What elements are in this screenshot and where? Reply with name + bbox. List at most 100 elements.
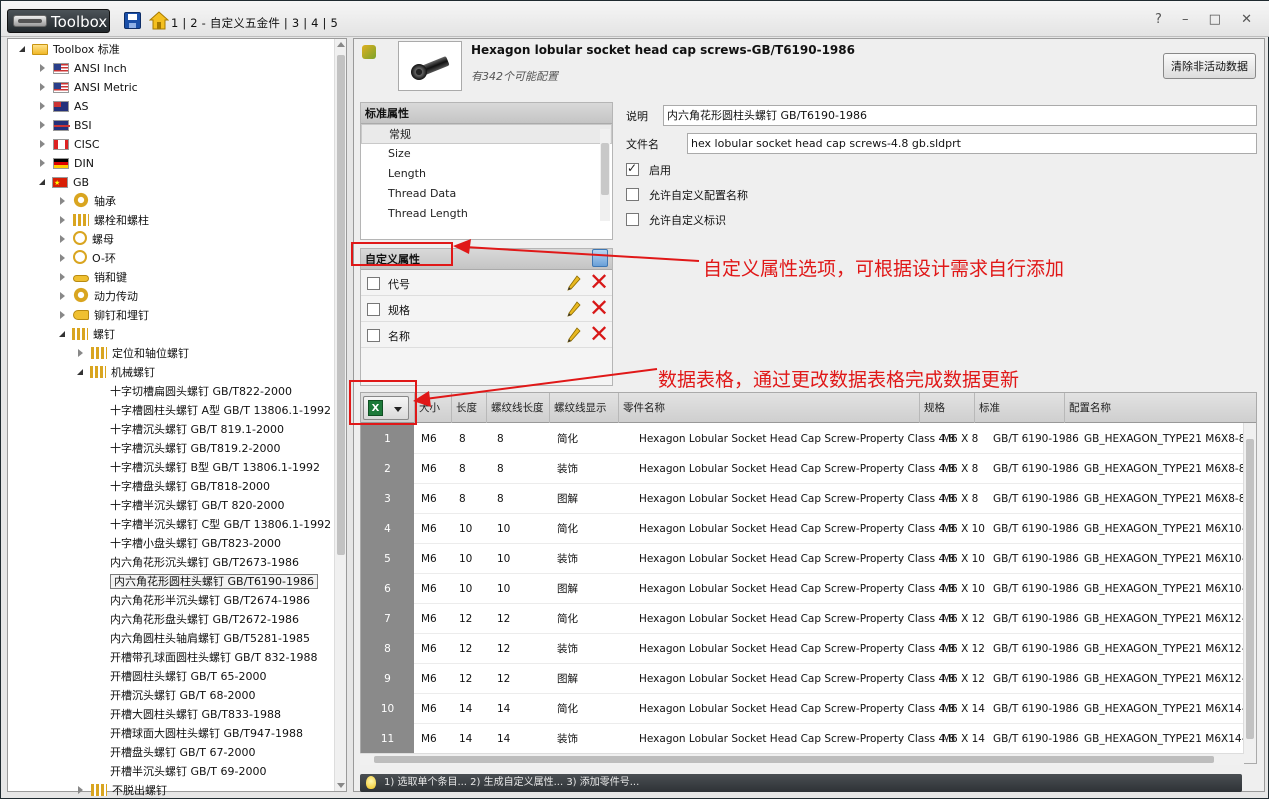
home-icon[interactable] — [149, 11, 169, 30]
pencil-icon[interactable] — [567, 275, 581, 291]
collapsed-arrow-icon[interactable] — [40, 159, 45, 167]
tree-item-subcategory[interactable]: 不脱出螺钉 — [76, 781, 167, 799]
tree-item-category[interactable]: 销和键 — [58, 268, 127, 287]
table-cell[interactable]: M6 X 10 — [942, 514, 985, 544]
table-cell[interactable]: GB/T 6190-1986 — [993, 604, 1079, 634]
table-cell[interactable]: Hexagon Lobular Socket Head Cap Screw-Pr… — [639, 514, 955, 544]
pencil-icon[interactable] — [567, 301, 581, 317]
table-cell[interactable]: GB_HEXAGON_TYPE21 M6X14- — [1084, 694, 1244, 724]
tree-item-part[interactable]: 开槽带孔球面圆柱头螺钉 GB/T 832-1988 — [110, 648, 317, 667]
collapsed-arrow-icon[interactable] — [40, 102, 45, 110]
collapsed-arrow-icon[interactable] — [78, 349, 83, 357]
table-cell[interactable]: Hexagon Lobular Socket Head Cap Screw-Pr… — [639, 634, 955, 664]
tree-item-part[interactable]: 开槽盘头螺钉 GB/T 67-2000 — [110, 743, 255, 762]
table-cell[interactable]: 8 — [497, 484, 504, 514]
table-cell[interactable]: 10 — [497, 574, 510, 604]
tree-item-part[interactable]: 十字槽圆柱头螺钉 A型 GB/T 13806.1-1992 — [110, 401, 331, 420]
table-cell[interactable]: GB_HEXAGON_TYPE21 M6X10- — [1084, 514, 1244, 544]
table-cell[interactable]: M6 X 12 — [942, 604, 985, 634]
std-prop-item[interactable]: Length — [361, 164, 612, 184]
table-row[interactable]: 10 M6 14 14 简化 Hexagon Lobular Socket Head Ca… — [361, 694, 1256, 724]
tree-item-part[interactable]: 内六角花形沉头螺钉 GB/T2673-1986 — [110, 553, 299, 572]
grid-column-header[interactable]: 零件名称 — [618, 393, 919, 423]
tree-item-standard[interactable]: GB — [38, 173, 89, 193]
table-row[interactable]: 5 M6 10 10 装饰 Hexagon Lobular Socket Head Cap… — [361, 544, 1256, 574]
tree-item-part[interactable]: 十字槽半沉头螺钉 C型 GB/T 13806.1-1992 — [110, 515, 331, 534]
table-cell[interactable]: 图解 — [557, 664, 578, 694]
delete-icon[interactable]: ✕ — [589, 296, 611, 320]
collapsed-arrow-icon[interactable] — [40, 121, 45, 129]
table-cell[interactable]: GB_HEXAGON_TYPE21 M6X10- — [1084, 574, 1244, 604]
tree-item-part[interactable]: 内六角花形盘头螺钉 GB/T2672-1986 — [110, 610, 299, 629]
tree-item-category[interactable]: 螺栓和螺柱 — [58, 211, 149, 230]
table-cell[interactable]: 10 — [497, 544, 510, 574]
scroll-down-icon[interactable] — [337, 783, 345, 788]
table-row[interactable]: 3 M6 8 8 图解 Hexagon Lobular Socket Head Cap S… — [361, 484, 1256, 514]
expanded-arrow-icon[interactable] — [77, 369, 83, 375]
expanded-arrow-icon[interactable] — [39, 179, 45, 185]
table-cell[interactable]: GB/T 6190-1986 — [993, 664, 1079, 694]
custom-prop-checkbox[interactable] — [367, 277, 380, 290]
table-cell[interactable]: Hexagon Lobular Socket Head Cap Screw-Pr… — [639, 424, 955, 454]
collapsed-arrow-icon[interactable] — [60, 292, 65, 300]
table-cell[interactable]: M6 X 12 — [942, 634, 985, 664]
table-cell[interactable]: 8 — [459, 454, 466, 484]
tree-item-part[interactable]: 十字槽小盘头螺钉 GB/T823-2000 — [110, 534, 281, 553]
table-cell[interactable]: GB_HEXAGON_TYPE21 M6X10- — [1084, 544, 1244, 574]
table-cell[interactable]: 12 — [497, 604, 510, 634]
table-cell[interactable]: 图解 — [557, 484, 578, 514]
tree-item-part[interactable]: 十字槽沉头螺钉 GB/T819.2-2000 — [110, 439, 280, 458]
collapsed-arrow-icon[interactable] — [60, 273, 65, 281]
table-cell[interactable]: M6 X 8 — [942, 484, 978, 514]
table-cell[interactable]: 8 — [459, 484, 466, 514]
table-cell[interactable]: 10 — [497, 514, 510, 544]
table-cell[interactable]: 12 — [497, 634, 510, 664]
collapsed-arrow-icon[interactable] — [40, 83, 45, 91]
tree-item-category[interactable]: 螺母 — [58, 230, 114, 249]
collapsed-arrow-icon[interactable] — [60, 311, 65, 319]
table-cell[interactable]: GB/T 6190-1986 — [993, 424, 1079, 454]
table-cell[interactable]: GB_HEXAGON_TYPE21 M6X12- — [1084, 664, 1244, 694]
collapsed-arrow-icon[interactable] — [60, 254, 65, 262]
std-prop-item[interactable]: Thread Data — [361, 184, 612, 204]
tree-item-category[interactable]: 轴承 — [58, 192, 116, 211]
table-cell[interactable]: Hexagon Lobular Socket Head Cap Screw-Pr… — [639, 574, 955, 604]
table-cell[interactable]: M6 — [421, 664, 437, 694]
enable-checkbox[interactable] — [626, 161, 639, 176]
allow-custom-id-checkbox[interactable] — [626, 213, 639, 226]
table-row[interactable]: 4 M6 10 10 简化 Hexagon Lobular Socket Head Cap… — [361, 514, 1256, 544]
table-cell[interactable]: 14 — [459, 724, 472, 754]
tree-item-subcategory[interactable]: 机械螺钉 — [76, 363, 155, 382]
table-cell[interactable]: M6 X 12 — [942, 664, 985, 694]
tree-item-part[interactable]: 开槽圆柱头螺钉 GB/T 65-2000 — [110, 667, 266, 686]
tree-item-standard[interactable]: DIN — [38, 154, 94, 173]
description-input[interactable]: 内六角花形圆柱头螺钉 GB/T6190-1986 — [663, 105, 1257, 126]
tree-item-category[interactable]: 动力传动 — [58, 287, 138, 306]
table-cell[interactable]: M6 — [421, 604, 437, 634]
table-cell[interactable]: GB_HEXAGON_TYPE21 M6X8-8- — [1084, 484, 1244, 514]
table-cell[interactable]: GB_HEXAGON_TYPE21 M6X12- — [1084, 604, 1244, 634]
table-cell[interactable]: 简化 — [557, 424, 578, 454]
table-row[interactable]: 7 M6 12 12 简化 Hexagon Lobular Socket Head Cap… — [361, 604, 1256, 634]
collapsed-arrow-icon[interactable] — [60, 197, 65, 205]
tree-item-standard[interactable]: ANSI Metric — [38, 78, 138, 97]
table-cell[interactable]: 简化 — [557, 514, 578, 544]
tree-item-subcategory[interactable]: 定位和轴位螺钉 — [76, 344, 189, 363]
table-cell[interactable]: 10 — [459, 514, 472, 544]
tree-item-part[interactable]: 十字槽半沉头螺钉 GB/T 820-2000 — [110, 496, 284, 515]
collapsed-arrow-icon[interactable] — [40, 140, 45, 148]
custom-prop-checkbox[interactable] — [367, 329, 380, 342]
table-cell[interactable]: M6 X 8 — [942, 424, 978, 454]
collapsed-arrow-icon[interactable] — [40, 64, 45, 72]
table-cell[interactable]: GB/T 6190-1986 — [993, 514, 1079, 544]
tree-item-part[interactable]: 十字槽沉头螺钉 B型 GB/T 13806.1-1992 — [110, 458, 320, 477]
custom-prop-row[interactable]: 名称 ✕ — [361, 322, 612, 348]
table-cell[interactable]: GB_HEXAGON_TYPE21 M6X14- — [1084, 724, 1244, 754]
tree-item-root[interactable]: Toolbox 标准 — [18, 40, 120, 59]
data-grid[interactable]: X 大小 长度 螺纹线长度 螺纹线显示 零件名称 规格 标准 配置名称 1 M6 8 8 简化 Hexa… — [360, 392, 1257, 764]
expanded-arrow-icon[interactable] — [59, 331, 65, 337]
scroll-up-icon[interactable] — [337, 42, 345, 47]
table-cell[interactable]: M6 — [421, 424, 437, 454]
grid-column-header[interactable]: 配置名称 — [1064, 393, 1256, 423]
grid-column-header[interactable]: 规格 — [919, 393, 974, 423]
